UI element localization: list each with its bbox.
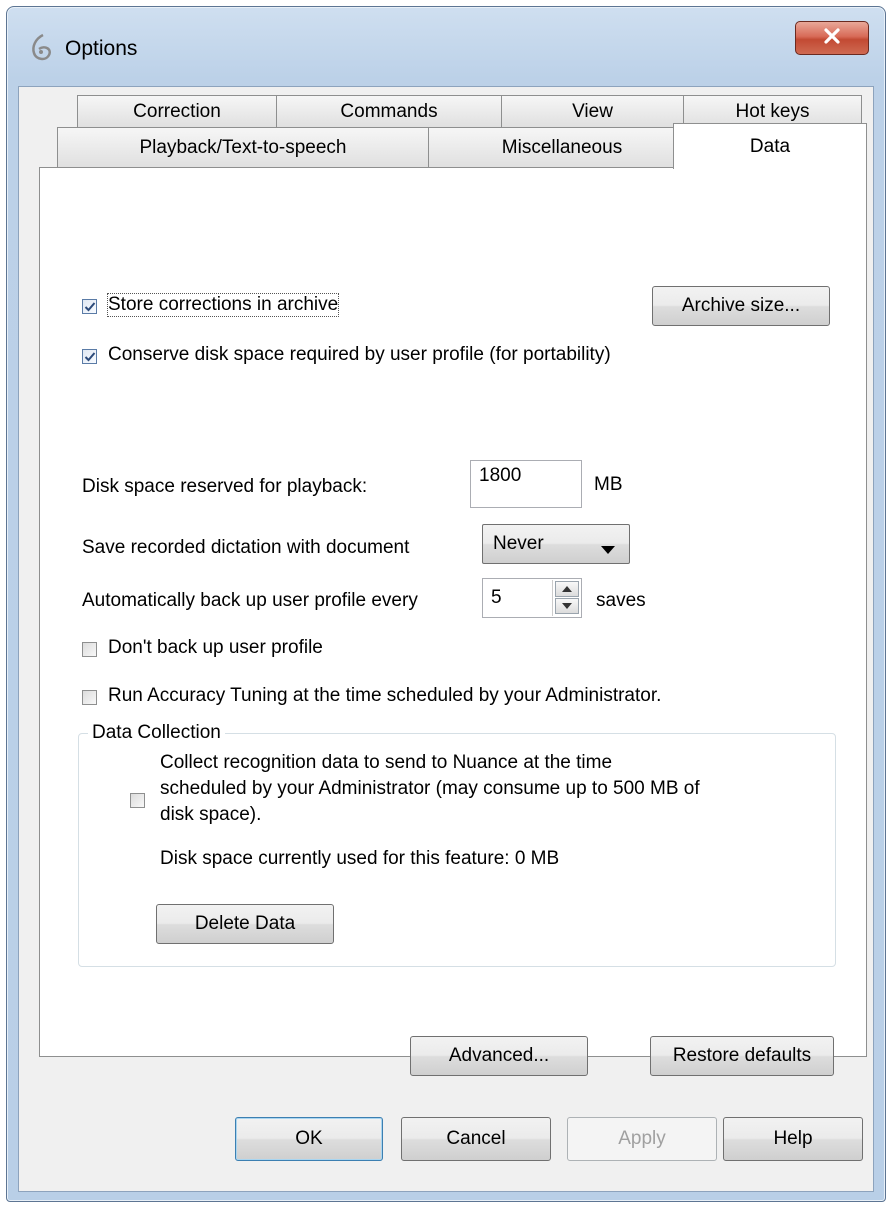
tab-label: Data bbox=[749, 135, 791, 157]
cancel-button[interactable]: Cancel bbox=[401, 1117, 551, 1161]
tab-label: Miscellaneous bbox=[501, 136, 623, 158]
store-corrections-label[interactable]: Store corrections in archive bbox=[106, 293, 340, 317]
playback-space-input[interactable]: 1800 bbox=[470, 460, 582, 508]
dont-backup-label[interactable]: Don't back up user profile bbox=[108, 637, 323, 659]
collect-data-line1[interactable]: Collect recognition data to send to Nuan… bbox=[160, 752, 612, 774]
close-button[interactable] bbox=[795, 21, 869, 55]
tab-playback-text-to-speech[interactable]: Playback/Text-to-speech bbox=[57, 127, 429, 167]
window-title: Options bbox=[65, 37, 138, 60]
tab-label: Commands bbox=[340, 100, 438, 122]
save-dictation-selected: Never bbox=[493, 533, 544, 554]
help-button[interactable]: Help bbox=[723, 1117, 863, 1161]
tab-miscellaneous[interactable]: Miscellaneous bbox=[428, 127, 696, 167]
collect-data-line2[interactable]: scheduled by your Administrator (may con… bbox=[160, 778, 700, 800]
tab-commands[interactable]: Commands bbox=[276, 95, 502, 127]
spin-up-button[interactable] bbox=[555, 581, 579, 597]
archive-size-button[interactable]: Archive size... bbox=[652, 286, 830, 326]
app-logo-icon bbox=[29, 33, 55, 63]
restore-defaults-button[interactable]: Restore defaults bbox=[650, 1036, 834, 1076]
spin-down-button[interactable] bbox=[555, 598, 579, 614]
tab-view[interactable]: View bbox=[501, 95, 684, 127]
save-dictation-dropdown[interactable]: Never bbox=[482, 524, 630, 564]
playback-space-label: Disk space reserved for playback: bbox=[82, 476, 368, 497]
run-tuning-checkbox[interactable] bbox=[82, 690, 97, 705]
tab-label: View bbox=[572, 100, 613, 122]
conserve-disk-checkbox[interactable] bbox=[82, 349, 97, 364]
arrow-up-icon bbox=[562, 586, 572, 592]
delete-data-button[interactable]: Delete Data bbox=[156, 904, 334, 944]
tab-correction[interactable]: Correction bbox=[77, 95, 277, 127]
dont-backup-checkbox[interactable] bbox=[82, 642, 97, 657]
run-tuning-label[interactable]: Run Accuracy Tuning at the time schedule… bbox=[108, 685, 661, 707]
arrow-down-icon bbox=[562, 603, 572, 609]
data-tab-panel: Store corrections in archive Archive siz… bbox=[39, 167, 867, 1076]
store-corrections-checkbox[interactable] bbox=[82, 299, 97, 314]
dialog-client-area: Correction Commands View Hot keys Playba… bbox=[18, 86, 874, 1192]
save-dictation-label: Save recorded dictation with document bbox=[82, 537, 410, 558]
collect-data-checkbox[interactable] bbox=[130, 793, 145, 808]
checkmark-icon bbox=[84, 301, 95, 311]
close-icon bbox=[823, 27, 841, 50]
tab-label: Playback/Text-to-speech bbox=[139, 136, 347, 158]
auto-backup-spinner[interactable] bbox=[552, 580, 581, 616]
playback-space-unit: MB bbox=[594, 474, 623, 495]
chevron-down-icon bbox=[601, 539, 615, 561]
tab-label: Correction bbox=[133, 100, 221, 122]
ok-button[interactable]: OK bbox=[235, 1117, 383, 1161]
auto-backup-label: Automatically back up user profile every bbox=[82, 590, 418, 611]
data-collection-title: Data Collection bbox=[88, 722, 225, 744]
disk-used-text: Disk space currently used for this featu… bbox=[160, 848, 560, 869]
conserve-disk-label[interactable]: Conserve disk space required by user pro… bbox=[108, 344, 611, 366]
apply-button[interactable]: Apply bbox=[567, 1117, 717, 1161]
auto-backup-unit: saves bbox=[596, 590, 646, 611]
collect-data-line3[interactable]: disk space). bbox=[160, 804, 261, 826]
checkmark-icon bbox=[84, 351, 95, 361]
title-bar[interactable]: Options bbox=[7, 7, 885, 87]
tab-data[interactable]: Data bbox=[673, 123, 867, 169]
advanced-button[interactable]: Advanced... bbox=[410, 1036, 588, 1076]
tab-label: Hot keys bbox=[735, 100, 810, 122]
